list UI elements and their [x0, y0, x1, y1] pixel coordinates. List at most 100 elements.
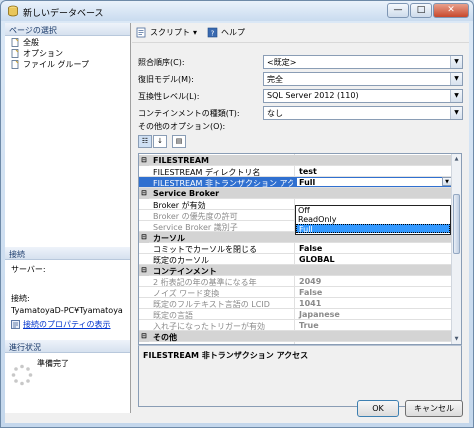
grid-property-row[interactable]: FILESTREAM 非トランザクション アクセスFull▼	[139, 177, 453, 188]
collation-row: 照合順序(C): <既定> ▼	[136, 55, 466, 69]
chevron-down-icon: ▾	[193, 28, 198, 37]
compatibility-level-row: 互換性レベル(L): SQL Server 2012 (110) ▼	[136, 89, 466, 103]
collation-combo[interactable]: <既定> ▼	[263, 55, 463, 69]
collapse-icon[interactable]: ⊟	[139, 232, 149, 243]
dropdown-option-readonly[interactable]: ReadOnly	[296, 215, 450, 224]
scroll-thumb[interactable]	[453, 194, 460, 254]
grid-category-row[interactable]: ⊟ その他	[139, 331, 453, 342]
nav-item-options[interactable]: オプション	[5, 48, 130, 59]
dropdown-option-full[interactable]: Full	[296, 224, 450, 234]
grid-category-row[interactable]: ⊟ Service Broker	[139, 188, 453, 199]
compatibility-level-combo[interactable]: SQL Server 2012 (110) ▼	[263, 89, 463, 103]
recovery-model-row: 復旧モデル(M): 完全 ▼	[136, 72, 466, 86]
dropdown-option-off[interactable]: Off	[296, 206, 450, 215]
grid-property-row[interactable]: FILESTREAM ディレクトリ名 test	[139, 166, 453, 177]
svg-text:?: ?	[211, 30, 215, 38]
grid-category-row[interactable]: ⊟ FILESTREAM	[139, 155, 453, 166]
chevron-down-icon[interactable]: ▼	[450, 56, 462, 68]
grid-property-name: FILESTREAM	[153, 156, 209, 165]
page-icon	[11, 38, 19, 47]
cancel-button[interactable]: キャンセル	[405, 400, 463, 417]
dialog-window: 新しいデータベース — □ ✕ ページの選択 全般 オプション ファイル グルー…	[0, 0, 474, 428]
property-grid-toolbar: ☷ ↓ ▤	[138, 135, 186, 148]
grid-property-value: 2049	[299, 277, 322, 286]
connection-label: 接続:	[11, 294, 30, 303]
chevron-down-icon[interactable]: ▼	[450, 73, 462, 85]
script-button[interactable]: スクリプト ▾	[136, 27, 197, 38]
ok-button[interactable]: OK	[357, 400, 399, 417]
grid-property-name: Service Broker	[153, 189, 220, 198]
other-options-label: その他のオプション(O):	[138, 122, 226, 131]
grid-property-value: Japanese	[299, 310, 340, 319]
property-pages-icon[interactable]: ▤	[172, 135, 186, 148]
containment-type-value: なし	[267, 109, 283, 118]
nav-label: 全般	[23, 38, 39, 47]
script-label: スクリプト	[150, 28, 190, 37]
scroll-up-icon[interactable]: ▲	[453, 155, 460, 163]
grid-property-row[interactable]: コミットでカーソルを閉じる False	[139, 243, 453, 254]
grid-property-value: GLOBAL	[299, 255, 335, 264]
progress-spinner-icon	[11, 364, 33, 386]
properties-icon	[11, 320, 20, 329]
title-bar[interactable]: 新しいデータベース — □ ✕	[1, 1, 473, 21]
progress-header: 進行状況	[5, 340, 130, 353]
page-icon	[11, 60, 19, 69]
property-grid: ⊟ FILESTREAM FILESTREAM ディレクトリ名 test FILESTR…	[138, 153, 462, 345]
recovery-model-combo[interactable]: 完全 ▼	[263, 72, 463, 86]
grid-category-row[interactable]: ⊟ コンテインメント	[139, 265, 453, 276]
collapse-icon[interactable]: ⊟	[139, 331, 149, 342]
compatibility-level-value: SQL Server 2012 (110)	[267, 91, 359, 100]
grid-property-value: False	[299, 288, 323, 297]
window-title: 新しいデータベース	[23, 9, 104, 19]
grid-property-value: True	[299, 321, 319, 330]
grid-property-value: 1041	[299, 299, 322, 308]
grid-property-row[interactable]: 既定のフルテキスト言語の LCID 1041	[139, 298, 453, 309]
toolbar: スクリプト ▾ ? ヘルプ	[132, 23, 469, 43]
filestream-access-dropdown-list: Off ReadOnly Full	[295, 205, 451, 235]
left-pane: ページの選択 全般 オプション ファイル グループ 接続 サーバー: 接続: T…	[5, 23, 131, 413]
collapse-icon[interactable]: ⊟	[139, 265, 149, 276]
collapse-icon[interactable]: ⊟	[139, 188, 149, 199]
view-connection-properties-label: 接続のプロパティの表示	[23, 320, 111, 329]
progress-status: 準備完了	[37, 359, 69, 368]
script-icon	[136, 27, 146, 38]
view-connection-properties-link[interactable]: 接続のプロパティの表示	[5, 317, 130, 332]
chevron-down-icon[interactable]: ▼	[450, 90, 462, 102]
grid-property-value[interactable]: Full	[296, 177, 451, 187]
nav-label: オプション	[23, 49, 63, 58]
collation-label: 照合順序(C):	[138, 58, 185, 67]
nav-item-filegroups[interactable]: ファイル グループ	[5, 59, 130, 70]
scroll-down-icon[interactable]: ▼	[453, 335, 460, 343]
dialog-client: ページの選択 全般 オプション ファイル グループ 接続 サーバー: 接続: T…	[5, 23, 469, 423]
containment-type-row: コンテインメントの種類(T): なし ▼	[136, 106, 466, 120]
grid-property-row[interactable]: 既定の言語 Japanese	[139, 309, 453, 320]
grid-property-row[interactable]: 既定のカーソル GLOBAL	[139, 254, 453, 265]
chevron-down-icon[interactable]: ▼	[450, 107, 462, 119]
nav-label: ファイル グループ	[23, 60, 90, 69]
grid-property-row[interactable]: 入れ子になったトリガーが有効 True	[139, 320, 453, 331]
grid-property-value: False	[299, 244, 323, 253]
recovery-model-label: 復旧モデル(M):	[138, 75, 194, 84]
grid-property-value: test	[299, 167, 317, 176]
maximize-button[interactable]: □	[410, 3, 432, 18]
containment-type-label: コンテインメントの種類(T):	[138, 109, 240, 118]
alphabetical-icon[interactable]: ↓	[153, 135, 167, 148]
help-label: ヘルプ	[221, 28, 246, 37]
property-description: FILESTREAM 非トランザクション アクセス	[138, 345, 462, 407]
compatibility-level-label: 互換性レベル(L):	[138, 92, 200, 101]
server-label: サーバー:	[11, 265, 46, 274]
containment-type-combo[interactable]: なし ▼	[263, 106, 463, 120]
categorized-icon[interactable]: ☷	[138, 135, 152, 148]
right-pane: スクリプト ▾ ? ヘルプ 照合順序(C): <既定> ▼ 復旧モデル(M): …	[132, 23, 469, 413]
collapse-icon[interactable]: ⊟	[139, 155, 149, 166]
minimize-button[interactable]: —	[387, 3, 409, 18]
grid-scrollbar[interactable]: ▲ ▼	[451, 154, 461, 344]
help-button[interactable]: ? ヘルプ	[207, 27, 245, 38]
connection-header: 接続	[5, 247, 130, 260]
recovery-model-value: 完全	[267, 75, 283, 84]
grid-property-row[interactable]: 2 桁表記の年の基準になる年 2049	[139, 276, 453, 287]
connection-value: TyamatoyaD-PC¥Tyamatoya	[11, 306, 123, 315]
grid-property-row[interactable]: ノイズ ワード変換 False	[139, 287, 453, 298]
close-button[interactable]: ✕	[433, 3, 469, 18]
nav-item-general[interactable]: 全般	[5, 37, 130, 48]
